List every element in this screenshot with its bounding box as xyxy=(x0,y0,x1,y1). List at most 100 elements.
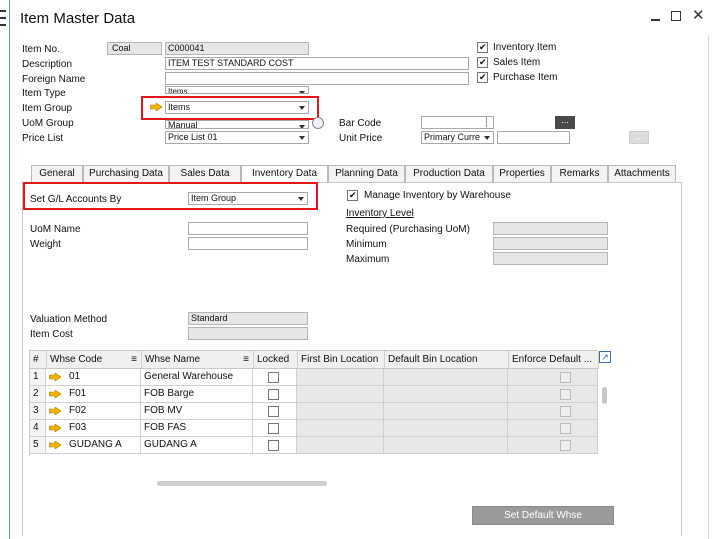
enforce-default-cell xyxy=(508,437,598,454)
link-arrow-icon[interactable] xyxy=(49,424,61,432)
link-arrow-icon[interactable] xyxy=(49,441,61,449)
first-bin-cell xyxy=(297,420,384,437)
locked-checkbox[interactable] xyxy=(268,440,279,451)
unit-price-more-button[interactable]: ... xyxy=(629,131,649,144)
tab-sales-data[interactable]: Sales Data xyxy=(169,165,241,182)
grid-header-whse-code[interactable]: Whse Code ≡ xyxy=(47,351,142,369)
minimize-icon[interactable] xyxy=(650,10,662,22)
sales-item-label: Sales Item xyxy=(493,57,541,68)
bar-code-more-button[interactable]: ... xyxy=(555,116,575,129)
link-arrow-icon[interactable] xyxy=(49,390,61,398)
enforce-default-cell xyxy=(508,420,598,437)
grid-header-locked[interactable]: Locked xyxy=(254,351,298,369)
item-group-highlight xyxy=(141,96,319,120)
left-menu-icon[interactable] xyxy=(0,8,7,30)
locked-cell xyxy=(253,420,297,437)
enforce-default-cell xyxy=(508,403,598,420)
valuation-method-field[interactable]: Standard xyxy=(188,312,308,325)
default-bin-cell xyxy=(384,369,508,386)
column-menu-icon[interactable]: ≡ xyxy=(243,351,249,368)
item-group-label: Item Group xyxy=(22,103,73,114)
whse-code-cell[interactable]: F01 xyxy=(46,386,141,403)
item-type-select[interactable]: Items xyxy=(165,86,309,94)
locked-checkbox[interactable] xyxy=(268,423,279,434)
uom-group-info-icon[interactable] xyxy=(312,117,324,129)
row-num: 5 xyxy=(29,437,46,454)
whse-name-cell: General Warehouse xyxy=(141,369,253,386)
whse-code-cell[interactable]: 01 xyxy=(46,369,141,386)
weight-label: Weight xyxy=(30,239,61,250)
price-list-label: Price List xyxy=(22,133,64,144)
uom-name-label: UoM Name xyxy=(30,224,81,235)
tab-purchasing-data[interactable]: Purchasing Data xyxy=(83,165,169,182)
required-field[interactable] xyxy=(493,222,608,235)
minimum-field[interactable] xyxy=(493,237,608,250)
maximize-icon[interactable] xyxy=(671,11,681,21)
whse-code-cell[interactable]: GUDANG A xyxy=(46,437,141,454)
foreign-name-field[interactable] xyxy=(165,72,469,85)
tab-remarks[interactable]: Remarks xyxy=(551,165,608,182)
first-bin-cell xyxy=(297,437,384,454)
whse-name-cell: FOB Barge xyxy=(141,386,253,403)
item-cost-field[interactable] xyxy=(188,327,308,340)
link-arrow-icon[interactable] xyxy=(49,407,61,415)
uom-group-select[interactable]: Manual xyxy=(165,120,309,129)
unit-price-currency-select[interactable]: Primary Curre xyxy=(421,131,494,144)
weight-field[interactable] xyxy=(188,237,308,250)
first-bin-cell xyxy=(297,386,384,403)
set-default-whse-button[interactable]: Set Default Whse xyxy=(472,506,614,525)
maximum-field[interactable] xyxy=(493,252,608,265)
whse-code-text: F02 xyxy=(69,405,87,416)
tab-attachments[interactable]: Attachments xyxy=(608,165,676,182)
bar-code-scroll-icon[interactable] xyxy=(486,117,492,127)
whse-name-cell: FOB MV xyxy=(141,403,253,420)
grid-header-enforce-default[interactable]: Enforce Default ... xyxy=(509,351,599,369)
purchase-item-checkbox[interactable] xyxy=(477,72,488,83)
enforce-default-cell xyxy=(508,386,598,403)
unit-price-field[interactable] xyxy=(497,131,570,144)
grid-vertical-scrollbar-thumb[interactable] xyxy=(602,387,607,404)
sales-item-checkbox[interactable] xyxy=(477,57,488,68)
gl-accounts-highlight xyxy=(23,182,318,210)
grid-header-num: # xyxy=(30,351,47,369)
uom-group-label: UoM Group xyxy=(22,118,74,129)
grid-header-default-bin[interactable]: Default Bin Location xyxy=(385,351,509,369)
tab-production-data[interactable]: Production Data xyxy=(405,165,493,182)
minimum-label: Minimum xyxy=(346,239,387,250)
link-arrow-icon[interactable] xyxy=(49,373,61,381)
item-no-series[interactable]: Coal xyxy=(107,42,162,55)
whse-code-cell[interactable]: F03 xyxy=(46,420,141,437)
whse-code-cell[interactable]: F02 xyxy=(46,403,141,420)
first-bin-cell xyxy=(297,403,384,420)
tab-planning-data[interactable]: Planning Data xyxy=(328,165,405,182)
default-bin-cell xyxy=(384,403,508,420)
grid-header-whse-name[interactable]: Whse Name ≡ xyxy=(142,351,254,369)
warehouse-grid-body: 1 01 General Warehouse 2 F01 FOB Barge 3… xyxy=(29,369,598,456)
enforce-default-checkbox xyxy=(560,423,571,434)
row-num: 1 xyxy=(29,369,46,386)
bar-code-field[interactable] xyxy=(421,116,494,129)
description-field[interactable]: ITEM TEST STANDARD COST xyxy=(165,57,469,70)
maximum-label: Maximum xyxy=(346,254,390,265)
inventory-level-label: Inventory Level xyxy=(346,208,414,219)
whse-code-text: F01 xyxy=(69,388,87,399)
locked-checkbox[interactable] xyxy=(268,372,279,383)
locked-checkbox[interactable] xyxy=(268,389,279,400)
locked-cell xyxy=(253,386,297,403)
manage-inventory-checkbox[interactable] xyxy=(347,190,358,201)
purchase-item-label: Purchase Item xyxy=(493,72,558,83)
price-list-select[interactable]: Price List 01 xyxy=(165,131,309,144)
grid-expand-icon[interactable]: ↗ xyxy=(599,351,611,363)
column-menu-icon[interactable]: ≡ xyxy=(131,351,137,368)
tab-inventory-data[interactable]: Inventory Data xyxy=(241,165,328,183)
grid-horizontal-scrollbar-thumb[interactable] xyxy=(157,481,327,486)
uom-name-field[interactable] xyxy=(188,222,308,235)
enforce-default-checkbox xyxy=(560,406,571,417)
tab-properties[interactable]: Properties xyxy=(493,165,551,182)
inventory-item-checkbox[interactable] xyxy=(477,42,488,53)
tab-general[interactable]: General xyxy=(31,165,83,182)
grid-header-first-bin[interactable]: First Bin Location xyxy=(298,351,385,369)
item-no-field[interactable]: C000041 xyxy=(165,42,309,55)
close-icon[interactable]: ✕ xyxy=(692,6,705,24)
locked-checkbox[interactable] xyxy=(268,406,279,417)
